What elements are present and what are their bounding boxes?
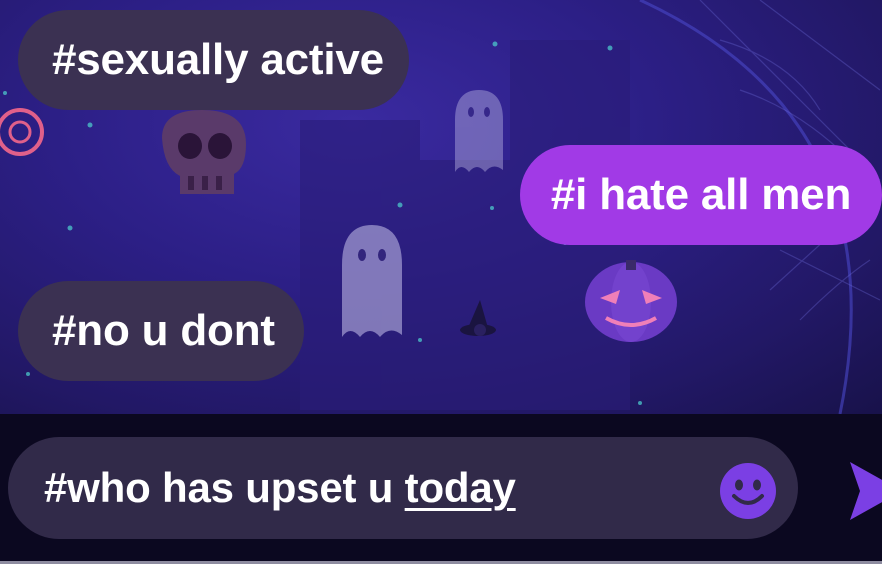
message-bubble-outgoing[interactable]: #i hate all men [520, 145, 882, 245]
message-bubble-incoming[interactable]: #no u dont [18, 281, 304, 381]
send-arrow-icon [850, 462, 882, 520]
ghost-icon [342, 225, 402, 337]
ghost-icon [455, 90, 503, 172]
input-text-underlined-word[interactable]: today [405, 464, 516, 511]
message-text: #no u dont [52, 306, 275, 355]
message-input-text[interactable]: #who has upset u today [44, 464, 516, 512]
message-input[interactable]: #who has upset u today [8, 437, 798, 539]
skull-icon [162, 110, 246, 194]
lollipop-icon [0, 108, 44, 156]
send-button[interactable] [842, 456, 882, 526]
message-text: #sexually active [52, 35, 384, 84]
chat-screen: #sexually active #i hate all men #no u d… [0, 0, 882, 564]
smiley-face-icon [720, 463, 776, 519]
message-text: #i hate all men [550, 170, 852, 219]
input-text-plain: #who has upset u [44, 464, 405, 511]
emoji-button[interactable] [719, 462, 777, 520]
message-bubble-incoming[interactable]: #sexually active [18, 10, 409, 110]
message-list[interactable]: #sexually active #i hate all men #no u d… [0, 0, 882, 414]
